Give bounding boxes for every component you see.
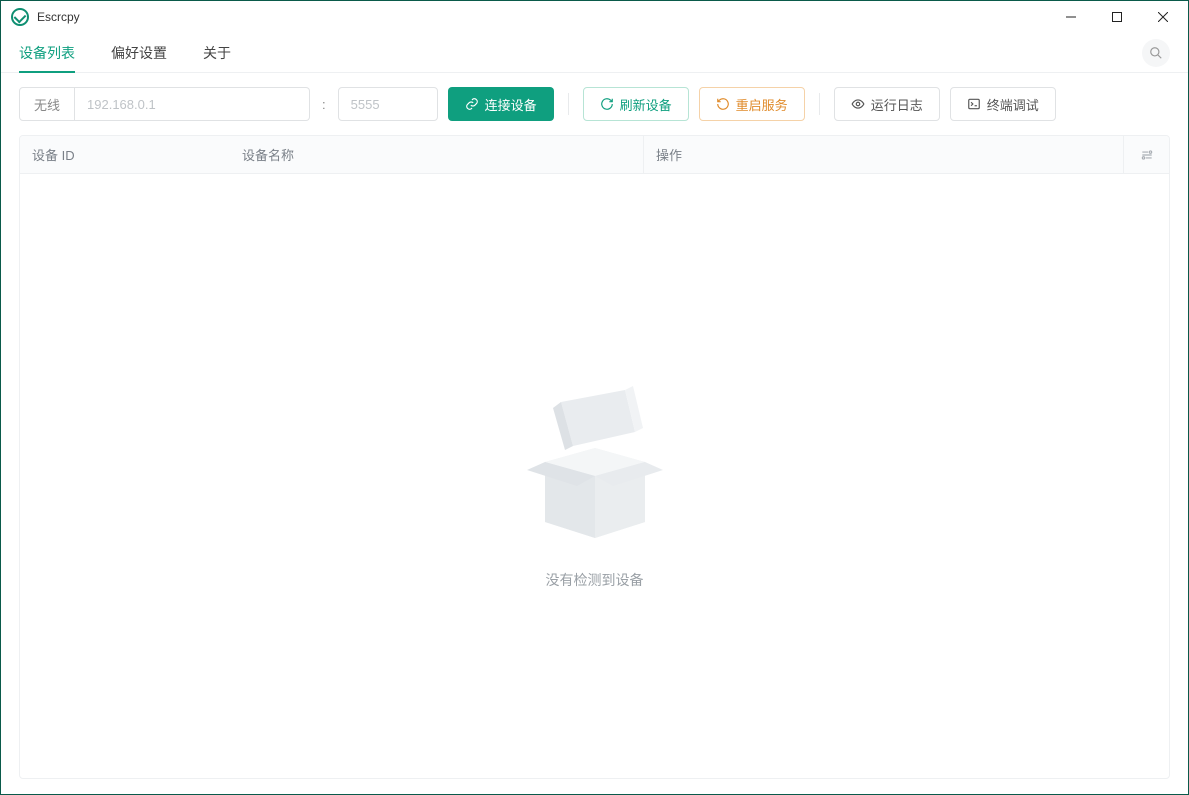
app-logo-icon	[11, 8, 29, 26]
tab-label: 设备列表	[19, 43, 75, 63]
toolbar: 无线 : 连接设备 刷新设备 重启服务 运行日志 终端调试	[1, 73, 1188, 135]
table-header-name: 设备名称	[230, 145, 643, 164]
window-minimize-button[interactable]	[1048, 1, 1094, 33]
button-label: 重启服务	[736, 95, 788, 114]
window-close-button[interactable]	[1140, 1, 1186, 33]
search-button[interactable]	[1142, 39, 1170, 67]
app-title: Escrcpy	[37, 10, 80, 24]
terminal-icon	[967, 97, 981, 111]
connection-mode-label[interactable]: 无线	[19, 87, 75, 121]
connect-device-button[interactable]: 连接设备	[448, 87, 554, 121]
tabs: 设备列表 偏好设置 关于	[1, 33, 1188, 73]
divider	[819, 93, 820, 115]
tab-label: 关于	[203, 43, 231, 63]
tab-about[interactable]: 关于	[203, 33, 231, 73]
maximize-icon	[1112, 12, 1122, 22]
titlebar: Escrcpy	[1, 1, 1188, 33]
refresh-icon	[600, 97, 614, 111]
eye-icon	[851, 97, 865, 111]
ip-port-separator: :	[320, 97, 328, 112]
empty-state-text: 没有检测到设备	[546, 570, 644, 590]
table-header-id: 设备 ID	[20, 145, 230, 164]
close-icon	[1158, 12, 1168, 22]
tab-device-list[interactable]: 设备列表	[19, 33, 75, 73]
ip-address-input[interactable]	[75, 87, 310, 121]
restart-icon	[716, 97, 730, 111]
tab-label: 偏好设置	[111, 43, 167, 63]
tab-preferences[interactable]: 偏好设置	[111, 33, 167, 73]
divider	[568, 93, 569, 115]
port-input[interactable]	[338, 87, 438, 121]
refresh-devices-button[interactable]: 刷新设备	[583, 87, 689, 121]
table-column-options-button[interactable]	[1123, 136, 1169, 173]
button-label: 终端调试	[987, 95, 1039, 114]
empty-box-icon	[515, 362, 675, 552]
restart-service-button[interactable]: 重启服务	[699, 87, 805, 121]
search-icon	[1149, 46, 1163, 60]
button-label: 运行日志	[871, 95, 923, 114]
link-icon	[465, 97, 479, 111]
device-table-panel: 设备 ID 设备名称 操作	[19, 135, 1170, 779]
run-logs-button[interactable]: 运行日志	[834, 87, 940, 121]
terminal-debug-button[interactable]: 终端调试	[950, 87, 1056, 121]
window-maximize-button[interactable]	[1094, 1, 1140, 33]
table-header: 设备 ID 设备名称 操作	[20, 136, 1169, 174]
options-icon	[1140, 148, 1154, 162]
minimize-icon	[1066, 12, 1076, 22]
table-empty-state: 没有检测到设备	[20, 174, 1169, 778]
table-header-op: 操作	[643, 136, 1123, 173]
button-label: 连接设备	[485, 95, 537, 114]
button-label: 刷新设备	[620, 95, 672, 114]
